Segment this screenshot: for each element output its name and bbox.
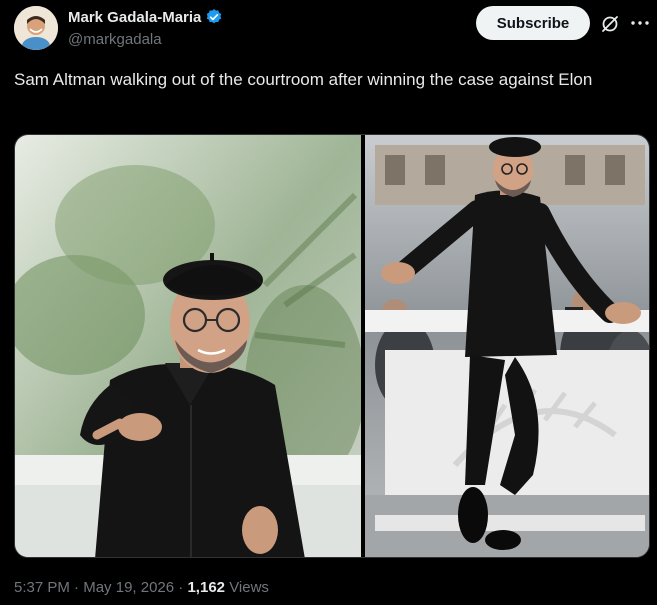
author-display-name[interactable]: Mark Gadala-Maria <box>68 9 201 26</box>
tweet-date[interactable]: May 19, 2026 <box>83 579 174 596</box>
photo-right[interactable] <box>365 135 649 557</box>
author-handle[interactable]: @markgadala <box>68 31 162 48</box>
tweet-media-grid[interactable] <box>14 134 650 558</box>
subscribe-button[interactable]: Subscribe <box>476 6 590 40</box>
tweet-meta: 5:37 PM · May 19, 2026 · 1,162 Views <box>14 579 269 596</box>
views-count: 1,162 <box>187 579 226 596</box>
meta-separator: · <box>178 579 184 596</box>
more-icon[interactable] <box>630 20 650 26</box>
tweet-time[interactable]: 5:37 PM <box>14 579 70 596</box>
tweet-text: Sam Altman walking out of the courtroom … <box>14 70 593 89</box>
author-name-row[interactable]: Mark Gadala-Maria <box>68 8 223 26</box>
photo-left[interactable] <box>15 135 361 557</box>
user-avatar[interactable] <box>14 6 58 50</box>
grok-icon[interactable] <box>600 14 620 34</box>
verified-badge-icon <box>207 9 222 24</box>
meta-separator: · <box>74 579 80 596</box>
views-label: Views <box>229 579 269 596</box>
